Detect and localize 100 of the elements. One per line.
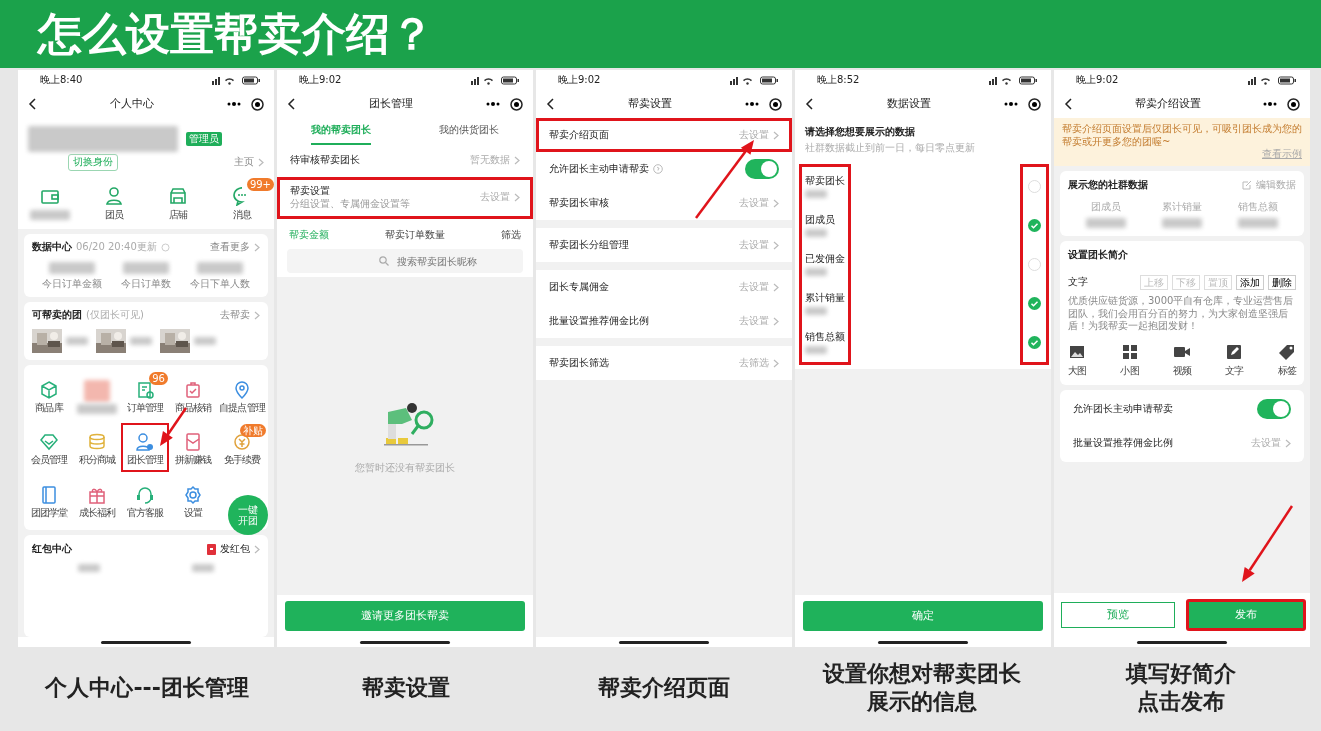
settings-row[interactable]: 批量设置推荐佣金比例 去设置	[1060, 426, 1304, 460]
pen-icon[interactable]	[1225, 342, 1244, 361]
grid-icon[interactable]	[1120, 342, 1139, 361]
tool-item[interactable]: 团团学堂	[25, 475, 73, 524]
row-label: 允许团长主动申请帮卖	[1073, 402, 1173, 416]
tool-label: 订单管理	[126, 401, 164, 414]
toggle-switch[interactable]	[1257, 399, 1291, 419]
target-icon[interactable]	[1028, 97, 1041, 111]
tab[interactable]: 我的供货团长	[439, 118, 499, 145]
step-caption: 帮卖设置	[360, 674, 451, 702]
page-title: 团长管理	[367, 97, 414, 111]
order-icon	[135, 379, 155, 400]
tool-badge: 96	[149, 371, 168, 385]
target-icon[interactable]	[251, 97, 264, 111]
tool-item[interactable]: 官方客服	[121, 475, 169, 524]
gear-icon	[183, 484, 203, 505]
person-icon[interactable]	[104, 185, 124, 206]
back-icon[interactable]	[546, 98, 554, 110]
target-icon[interactable]	[769, 97, 782, 111]
tool-item[interactable]: 商品库	[25, 370, 73, 419]
tool-item[interactable]: 补贴 免手续费	[217, 423, 267, 472]
chevron-icon	[773, 130, 779, 140]
update-time: 06/20 20:40更新	[76, 241, 157, 254]
blurred-area	[48, 261, 95, 274]
page-title: 帮卖介绍设置	[1133, 97, 1202, 111]
tag-icon[interactable]	[1277, 342, 1296, 361]
tool-item[interactable]: 团长管理	[121, 423, 169, 472]
back-icon[interactable]	[287, 98, 295, 110]
tool-item[interactable]: 自提点管理	[217, 370, 267, 419]
target-icon[interactable]	[1287, 97, 1300, 111]
home-link[interactable]: 主页	[234, 156, 254, 169]
shortcut-label[interactable]: 团员	[104, 208, 124, 221]
insert-tool-label[interactable]: 小图	[1120, 364, 1139, 377]
toggle-switch[interactable]	[745, 159, 779, 179]
tool-item[interactable]: 拼新赚钱	[169, 423, 217, 472]
chevron-icon	[254, 310, 260, 320]
checkbox[interactable]	[1028, 336, 1041, 349]
settings-row[interactable]: 帮卖介绍页面 去设置	[536, 118, 792, 152]
card-title: 数据中心	[32, 241, 72, 254]
insert-tool-label[interactable]: 大图	[1068, 364, 1087, 377]
insert-tool-label[interactable]: 文字	[1225, 364, 1244, 377]
checkbox[interactable]	[1028, 258, 1041, 271]
more-icon[interactable]	[486, 102, 500, 106]
tool-label: 团长管理	[126, 454, 164, 467]
block-action-button[interactable]: 添加	[1236, 275, 1264, 290]
option-label: 团成员	[805, 213, 836, 227]
shortcut-label[interactable]: 消息	[232, 208, 252, 221]
more-link[interactable]: 去帮卖	[220, 309, 250, 322]
blurred-area	[1162, 217, 1202, 228]
section-heading: 请选择您想要展示的数据	[805, 126, 916, 139]
sort-option[interactable]: 筛选	[501, 228, 521, 241]
back-icon[interactable]	[805, 98, 813, 110]
chevron-icon	[773, 282, 779, 292]
status-icons	[989, 75, 1039, 85]
insert-tool-label[interactable]: 视频	[1172, 364, 1192, 377]
blurred-area	[805, 346, 827, 355]
sort-option[interactable]: 帮卖订单数量	[385, 228, 445, 241]
tool-item[interactable]: 96 订单管理	[121, 370, 169, 419]
block-label: 文字	[1068, 276, 1089, 289]
blurred-area	[805, 307, 827, 316]
row-value: 去设置	[739, 196, 769, 210]
row-label: 帮卖团长分组管理	[549, 238, 629, 252]
insert-tool-label[interactable]: 标签	[1277, 364, 1296, 377]
more-icon[interactable]	[1263, 102, 1277, 106]
notice-text: 帮卖介绍页面设置后仅团长可见，可吸引团长成为您的帮卖或开更多您的团喔~	[1062, 123, 1302, 148]
checkbox[interactable]	[1028, 180, 1041, 193]
option-label: 销售总额	[805, 330, 845, 344]
back-icon[interactable]	[28, 98, 36, 110]
settings-row[interactable]: 待审核帮卖团长 暂无数据	[277, 144, 533, 177]
role-tag: 管理员	[186, 131, 222, 147]
chevron-icon	[514, 156, 520, 165]
back-icon[interactable]	[1064, 98, 1072, 110]
settings-row[interactable]: 帮卖设置 分组设置、专属佣金设置等 去设置	[277, 176, 533, 219]
store-icon[interactable]	[168, 185, 188, 206]
checkbox[interactable]	[1028, 219, 1041, 232]
tool-label: 积分商城	[78, 454, 116, 467]
more-icon[interactable]	[227, 102, 241, 106]
tool-item[interactable]: 成长福利	[73, 475, 121, 524]
search-icon	[379, 256, 389, 266]
stat-label: 累计销量	[1162, 201, 1202, 214]
target-icon[interactable]	[510, 97, 523, 111]
blurred-area	[123, 261, 169, 274]
more-link[interactable]: 查看更多	[210, 241, 250, 254]
tool-item[interactable]: 设置	[169, 475, 217, 524]
row-label: 帮卖团长筛选	[549, 356, 609, 370]
block-action-button[interactable]: 删除	[1268, 275, 1296, 290]
search-field[interactable]: 搜索帮卖团长昵称	[287, 249, 523, 273]
more-icon[interactable]	[1004, 102, 1018, 106]
status-time: 晚上9:02	[558, 73, 601, 87]
checkbox[interactable]	[1028, 297, 1041, 310]
shortcut-label[interactable]: 店铺	[168, 208, 188, 221]
tool-label: 团团学堂	[30, 506, 68, 519]
tool-label: 设置	[183, 506, 203, 519]
tool-item[interactable]: 会员管理	[25, 423, 73, 472]
tool-item[interactable]: 积分商城	[73, 423, 121, 472]
status-icons	[471, 75, 521, 85]
send-packet-link[interactable]: 发红包	[220, 543, 250, 556]
settings-row[interactable]: 允许团长主动申请帮卖	[1060, 392, 1304, 426]
chevron-icon	[254, 544, 260, 554]
more-icon[interactable]	[745, 102, 759, 106]
